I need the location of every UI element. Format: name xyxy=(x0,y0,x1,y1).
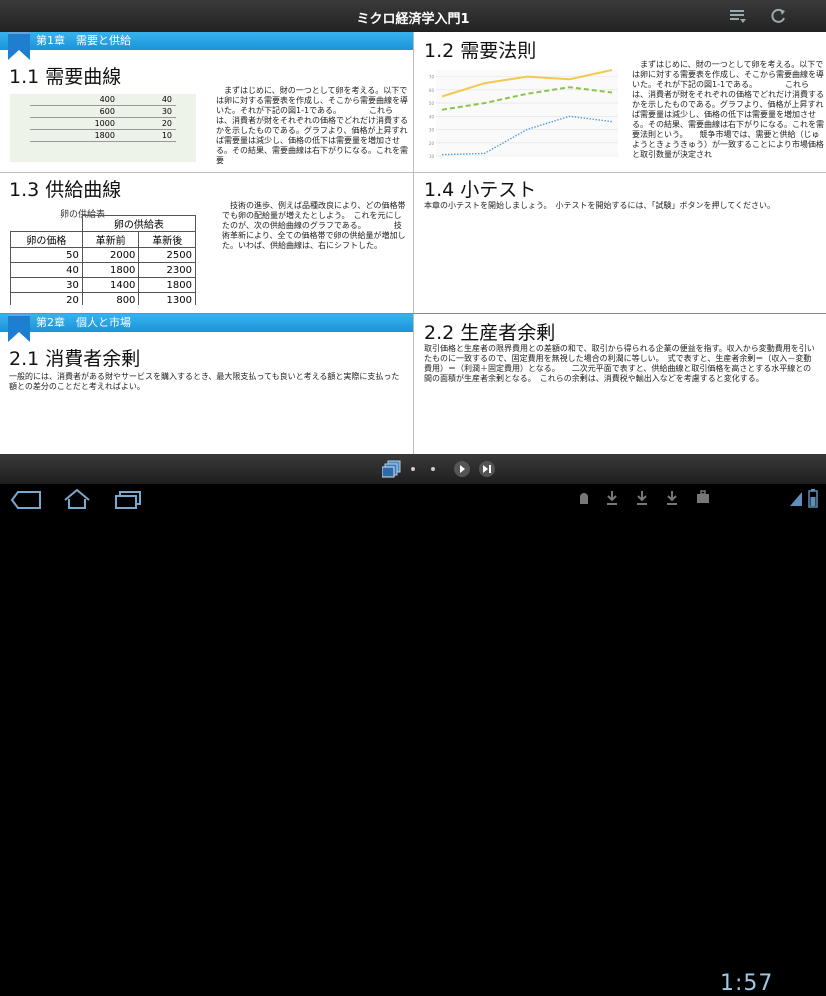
refresh-icon[interactable] xyxy=(768,6,788,26)
app-titlebar: ミクロ経済学入門1 xyxy=(0,0,826,32)
table-cell: 30 xyxy=(118,105,176,118)
section-text: まずはじめに、財の一つとして卵を考える。以下では卵に対する需要表を作成し、そこか… xyxy=(632,60,824,159)
table-cell: 400 xyxy=(30,94,119,106)
download-icon xyxy=(636,490,648,509)
next-icon[interactable] xyxy=(453,460,471,482)
section-2-2[interactable]: 2.2 生産者余剰 取引価格と生産者の限界費用との差額の和で、取引から得られる企… xyxy=(414,314,826,454)
table-cell: 50 xyxy=(10,247,83,263)
table-cell: 2000 xyxy=(81,247,140,263)
back-icon[interactable] xyxy=(10,490,44,514)
section-text: 取引価格と生産者の限界費用との差額の和で、取引から得られる企業の便益を指す。収入… xyxy=(424,344,815,383)
android-icon xyxy=(578,492,590,509)
download-icon xyxy=(666,490,678,509)
table-cell: 800 xyxy=(81,292,140,305)
content-grid: 第1章 需要と供給 1.1 需要曲線 400 40 600 30 1000 20 18… xyxy=(0,32,826,454)
table-cell: 1800 xyxy=(81,262,140,278)
toc-icon[interactable] xyxy=(728,6,748,26)
chart-y-tick-label: 50 xyxy=(429,101,435,106)
chapter-1-header: 第1章 需要と供給 xyxy=(0,32,413,60)
section-text: まずはじめに、財の一つとして卵を考える。以下では卵に対する需要表を作成し、そこか… xyxy=(216,86,408,165)
table-cell: 1800 xyxy=(30,129,119,142)
table-cell: 1300 xyxy=(138,292,196,305)
divider xyxy=(0,172,826,173)
page-dot[interactable] xyxy=(431,467,435,471)
section-title: 2.1 消費者余剰 xyxy=(9,348,141,370)
table-cell: 2500 xyxy=(138,247,196,263)
table-cell: 20 xyxy=(10,292,83,305)
table-cell: 1400 xyxy=(81,277,140,293)
table-cell: 20 xyxy=(118,117,176,130)
section-title: 1.1 需要曲線 xyxy=(9,66,122,88)
system-navbar: 1:57 xyxy=(0,484,826,996)
briefcase-icon xyxy=(696,490,710,507)
chapter-2-label: 第2章 個人と市場 xyxy=(36,316,131,329)
chart-y-tick-label: 40 xyxy=(429,114,435,119)
table-header: 革新前 xyxy=(81,231,140,248)
status-clock: 1:57 xyxy=(720,971,774,996)
last-icon[interactable] xyxy=(478,460,496,482)
section-title: 1.2 需要法則 xyxy=(424,40,537,62)
table-group-header: 卵の供給表 xyxy=(81,215,197,232)
chapter-2-header: 第2章 個人と市場 xyxy=(0,314,413,342)
demand-table: 400 40 600 30 1000 20 1800 10 xyxy=(30,94,176,142)
section-1-1[interactable]: 第1章 需要と供給 1.1 需要曲線 400 40 600 30 1000 20 18… xyxy=(0,32,413,172)
section-1-3[interactable]: 1.3 供給曲線 卵の供給表 卵の供給表 卵の価格 革新前 革新後 50 2000 25… xyxy=(0,173,413,305)
home-icon[interactable] xyxy=(62,488,92,514)
recents-icon[interactable] xyxy=(114,490,142,514)
divider xyxy=(413,32,414,454)
pages-icon[interactable] xyxy=(381,460,402,482)
table-cell: 600 xyxy=(30,105,119,118)
table-cell: 40 xyxy=(118,94,176,106)
section-1-2[interactable]: 1.2 需要法則 70 60 50 40 30 20 10 まずはじめに、財の一つとして卵を… xyxy=(414,32,826,172)
chart-y-tick-label: 60 xyxy=(429,88,435,93)
table-cell: 30 xyxy=(10,277,83,293)
chart-y-tick-label: 20 xyxy=(429,141,435,146)
download-icon xyxy=(606,490,618,509)
wifi-icon xyxy=(789,488,803,511)
section-title: 1.4 小テスト xyxy=(424,179,537,201)
table-cell: 2300 xyxy=(138,262,196,278)
chart-y-tick-label: 10 xyxy=(429,154,435,159)
app-title: ミクロ経済学入門1 xyxy=(356,12,470,27)
section-text: 一般的には、消費者がある財やサービスを購入するとき、最大限支払っても良いと考える… xyxy=(9,372,400,391)
table-cell: 40 xyxy=(10,262,83,278)
section-text: 本章の小テストを開始しましょう。 小テストを開始するには、「試験」ボタンを押して… xyxy=(424,201,776,210)
table-cell: 1000 xyxy=(30,117,119,130)
demand-chart: 70 60 50 40 30 20 10 xyxy=(429,69,618,159)
table-cell: 10 xyxy=(118,129,176,142)
divider xyxy=(0,313,826,314)
supply-table: 卵の供給表 卵の価格 革新前 革新後 50 2000 2500 40 1800 2300 3… xyxy=(10,215,197,305)
section-title: 1.3 供給曲線 xyxy=(9,179,122,201)
battery-icon xyxy=(808,488,818,511)
table-cell: 1800 xyxy=(138,277,196,293)
table-header: 革新後 xyxy=(138,231,196,248)
page-dot[interactable] xyxy=(411,467,415,471)
bookmark-icon xyxy=(8,314,30,342)
chart-y-tick-label: 70 xyxy=(429,75,435,80)
chart-y-tick-label: 30 xyxy=(429,128,435,133)
section-2-1[interactable]: 第2章 個人と市場 2.1 消費者余剰 一般的には、消費者がある財やサービスを購… xyxy=(0,314,413,454)
table-header: 卵の価格 xyxy=(10,231,83,248)
bookmark-icon xyxy=(8,32,30,60)
section-title: 2.2 生産者余剰 xyxy=(424,322,556,344)
chapter-1-label: 第1章 需要と供給 xyxy=(36,34,131,47)
chart-plot-area xyxy=(436,70,618,156)
pager-bar xyxy=(0,454,826,484)
section-1-4[interactable]: 1.4 小テスト 本章の小テストを開始しましょう。 小テストを開始するには、「試… xyxy=(414,173,826,305)
section-text: 技術の進歩、例えば品種改良により、どの価格帯でも卵の配給量が増えたとしよう。 こ… xyxy=(222,201,406,250)
